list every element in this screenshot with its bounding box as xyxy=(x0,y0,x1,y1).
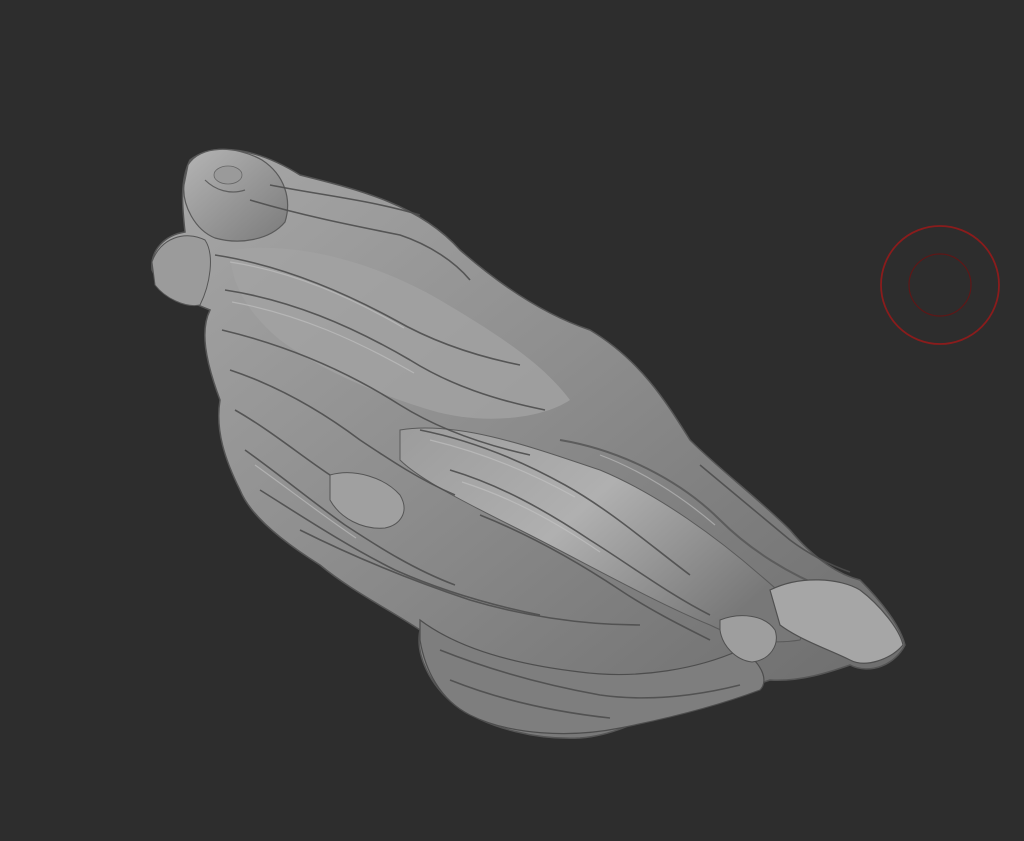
drapery-silhouette xyxy=(151,148,906,739)
cushion xyxy=(151,235,211,307)
sculpt-model[interactable] xyxy=(0,0,1024,841)
3d-viewport[interactable] xyxy=(0,0,1024,841)
